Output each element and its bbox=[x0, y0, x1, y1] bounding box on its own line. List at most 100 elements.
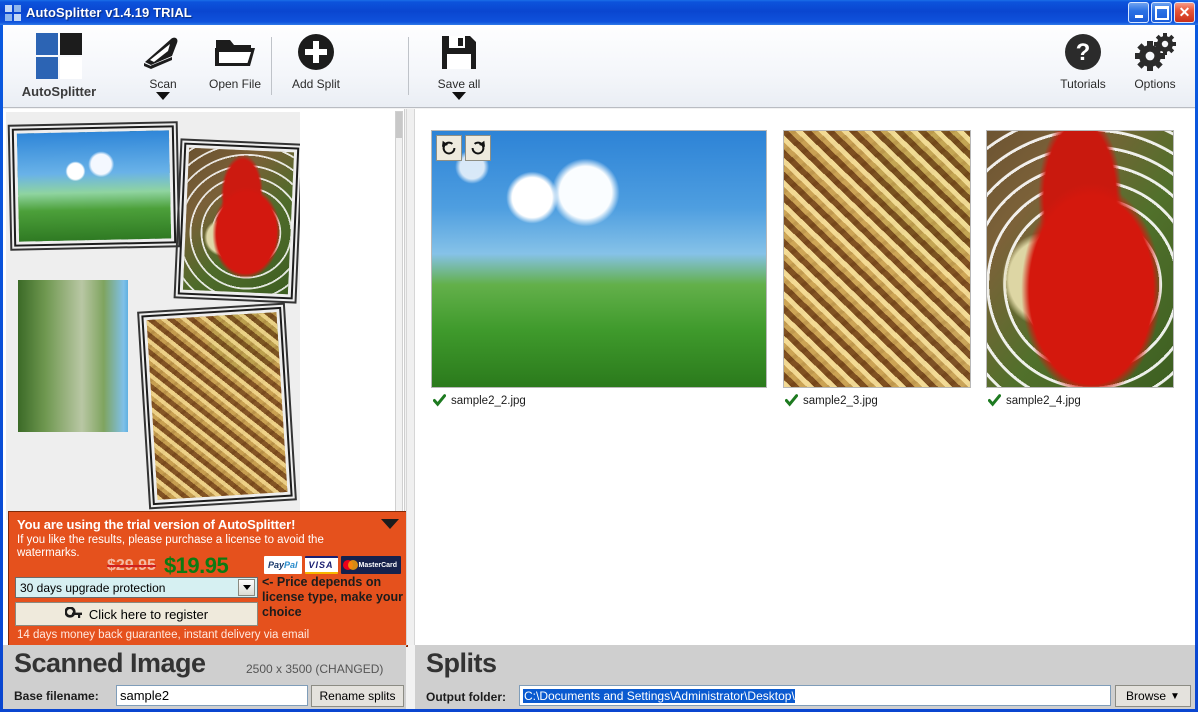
scan-preview-scrollbar[interactable] bbox=[395, 111, 403, 516]
rotate-cw-button[interactable] bbox=[465, 135, 491, 161]
gears-icon bbox=[1132, 29, 1178, 75]
output-folder-input[interactable]: C:\Documents and Settings\Administrator\… bbox=[519, 685, 1111, 706]
payment-logos: Pay Pal VISA MasterCard bbox=[264, 556, 402, 574]
plus-circle-icon bbox=[293, 29, 339, 75]
check-icon bbox=[433, 394, 446, 407]
check-icon bbox=[988, 394, 1001, 407]
split-outline-shadow bbox=[137, 302, 297, 510]
browse-dropdown-arrow-icon: ▼ bbox=[1170, 690, 1180, 702]
scan-canvas[interactable] bbox=[6, 112, 300, 520]
check-icon bbox=[785, 394, 798, 407]
rename-splits-button[interactable]: Rename splits bbox=[311, 685, 404, 707]
brand-logo: AutoSplitter bbox=[15, 29, 103, 99]
split-thumbnail[interactable] bbox=[431, 130, 767, 388]
svg-text:?: ? bbox=[1076, 39, 1091, 66]
scan-dropdown-arrow-icon[interactable] bbox=[156, 92, 170, 100]
scanned-image-dimensions: 2500 x 3500 (CHANGED) bbox=[246, 662, 384, 676]
rename-splits-label: Rename splits bbox=[319, 689, 396, 703]
open-file-button[interactable]: Open File bbox=[191, 29, 279, 91]
application-window: AutoSplitter v1.4.19 TRIAL ✕ AutoSplitte… bbox=[0, 0, 1198, 712]
tutorials-label: Tutorials bbox=[1060, 77, 1106, 91]
base-filename-label: Base filename: bbox=[14, 689, 99, 703]
app-squares-icon bbox=[5, 4, 21, 21]
rotate-ccw-icon bbox=[441, 140, 456, 155]
window-title: AutoSplitter v1.4.19 TRIAL bbox=[26, 5, 192, 20]
minimize-button[interactable] bbox=[1128, 2, 1149, 23]
price-row: $29.95 $19.95 bbox=[107, 553, 229, 579]
floppy-disk-icon bbox=[436, 29, 482, 75]
collapse-triangle-icon[interactable] bbox=[381, 519, 399, 529]
save-all-button[interactable]: Save all bbox=[415, 29, 503, 100]
visa-icon: VISA bbox=[304, 556, 338, 574]
scan-photo-meadow[interactable] bbox=[18, 280, 128, 432]
chevron-down-icon[interactable] bbox=[238, 579, 255, 596]
autosplitter-logo-icon bbox=[36, 33, 82, 79]
question-circle-icon: ? bbox=[1060, 29, 1106, 75]
options-label: Options bbox=[1134, 77, 1176, 91]
options-button[interactable]: Options bbox=[1111, 29, 1198, 91]
new-price: $19.95 bbox=[163, 553, 229, 578]
open-file-label: Open File bbox=[208, 77, 262, 91]
scrollbar-thumb[interactable] bbox=[396, 112, 402, 138]
split-outline bbox=[177, 142, 300, 300]
scan-photo-fly-agaric[interactable] bbox=[173, 138, 300, 304]
split-caption: sample2_2.jpg bbox=[433, 394, 526, 407]
toolbar-separator-2 bbox=[408, 37, 409, 95]
toolbar: AutoSplitter Scan Open File Add Split Sa… bbox=[3, 25, 1195, 108]
mastercard-icon: MasterCard bbox=[340, 556, 402, 574]
split-outline-shadow bbox=[173, 138, 300, 304]
rotate-cw-icon bbox=[471, 140, 486, 155]
scanner-icon bbox=[140, 29, 186, 75]
splits-panel[interactable]: sample2_2.jpg sample2_3.jpg sample2_4.jp… bbox=[415, 109, 1195, 645]
paypal-icon: Pay Pal bbox=[264, 556, 302, 574]
scan-preview-panel[interactable]: You are using the trial version of AutoS… bbox=[3, 109, 408, 647]
trial-banner: You are using the trial version of AutoS… bbox=[8, 511, 408, 647]
save-all-label: Save all bbox=[437, 77, 481, 91]
output-folder-value: C:\Documents and Settings\Administrator\… bbox=[523, 688, 795, 703]
splits-title: Splits bbox=[426, 648, 497, 678]
window-controls: ✕ bbox=[1128, 2, 1195, 23]
split-caption: sample2_3.jpg bbox=[785, 394, 878, 407]
scan-label: Scan bbox=[149, 77, 177, 91]
save-all-dropdown-arrow-icon[interactable] bbox=[452, 92, 466, 100]
split-filename: sample2_2.jpg bbox=[451, 394, 526, 407]
guarantee-text: 14 days money back guarantee, instant de… bbox=[17, 629, 310, 641]
split-caption: sample2_4.jpg bbox=[988, 394, 1081, 407]
base-filename-input[interactable]: sample2 bbox=[116, 685, 308, 706]
license-type-value: 30 days upgrade protection bbox=[20, 580, 166, 595]
close-icon: ✕ bbox=[1178, 3, 1191, 20]
client-area: AutoSplitter Scan Open File Add Split Sa… bbox=[3, 25, 1195, 709]
output-folder-label: Output folder: bbox=[426, 690, 506, 704]
maximize-button[interactable] bbox=[1151, 2, 1172, 23]
key-icon bbox=[64, 607, 82, 618]
split-outline bbox=[11, 125, 177, 247]
add-split-label: Add Split bbox=[291, 77, 341, 91]
add-split-button[interactable]: Add Split bbox=[272, 29, 360, 91]
splits-bar: Splits Output folder: C:\Documents and S… bbox=[415, 645, 1195, 709]
scanned-image-bar: Scanned Image 2500 x 3500 (CHANGED) Base… bbox=[3, 645, 406, 709]
browse-button[interactable]: Browse ▼ bbox=[1115, 685, 1191, 707]
title-bar[interactable]: AutoSplitter v1.4.19 TRIAL ✕ bbox=[0, 0, 1198, 25]
old-price: $29.95 bbox=[107, 557, 156, 574]
split-filename: sample2_4.jpg bbox=[1006, 394, 1081, 407]
split-thumbnail[interactable] bbox=[783, 130, 971, 388]
split-outline bbox=[141, 306, 293, 506]
rotate-ccw-button[interactable] bbox=[436, 135, 462, 161]
rotate-controls bbox=[436, 135, 491, 161]
price-note: <- Price depends on license type, make y… bbox=[262, 575, 404, 619]
split-outline-shadow bbox=[7, 121, 181, 251]
register-button[interactable]: Click here to register bbox=[15, 602, 258, 626]
split-thumbnail[interactable] bbox=[986, 130, 1174, 388]
register-label: Click here to register bbox=[88, 606, 209, 622]
browse-label: Browse bbox=[1126, 689, 1167, 703]
scanned-image-title: Scanned Image bbox=[14, 648, 206, 678]
license-type-select[interactable]: 30 days upgrade protection bbox=[15, 577, 258, 598]
brand-label: AutoSplitter bbox=[21, 84, 97, 99]
trial-title: You are using the trial version of AutoS… bbox=[17, 517, 296, 532]
scan-photo-morning-glory[interactable] bbox=[7, 121, 181, 251]
scan-photo-autumn-leaves[interactable] bbox=[137, 302, 297, 510]
folder-open-icon bbox=[212, 29, 258, 75]
split-filename: sample2_3.jpg bbox=[803, 394, 878, 407]
close-button[interactable]: ✕ bbox=[1174, 2, 1195, 23]
panel-splitter[interactable] bbox=[406, 109, 415, 645]
